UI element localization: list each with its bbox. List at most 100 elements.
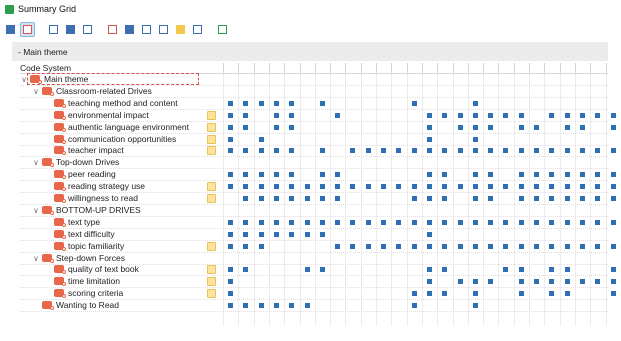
memo-icon[interactable] (207, 241, 216, 251)
coded-segment-cell[interactable] (457, 124, 463, 130)
coded-segment-cell[interactable] (595, 196, 601, 201)
filter-active-icon[interactable] (20, 21, 35, 37)
coded-segment-cell[interactable] (564, 196, 570, 201)
code-row[interactable]: Wanting to Read (20, 300, 608, 313)
expand-chevron-icon[interactable]: ∨ (32, 205, 40, 216)
coded-segment-cell[interactable] (457, 243, 463, 249)
coded-segment-cell[interactable] (258, 172, 264, 178)
code-row[interactable]: environmental impact (20, 110, 616, 122)
coded-segment-cell[interactable] (564, 291, 570, 297)
coded-segment-cell[interactable] (610, 279, 616, 285)
coded-segment-cell[interactable] (457, 184, 463, 190)
coded-segment-cell[interactable] (488, 124, 494, 130)
coded-segment-cell[interactable] (228, 231, 233, 237)
column-header-cell[interactable] (605, 63, 607, 73)
coded-segment-cell[interactable] (273, 184, 279, 190)
coded-segment-cell[interactable] (273, 196, 279, 201)
coded-segment-cell[interactable] (595, 148, 601, 154)
column-header-cell[interactable] (284, 63, 286, 73)
coded-segment-cell[interactable] (426, 243, 432, 249)
expand-chevron-icon[interactable]: ∨ (32, 253, 40, 264)
coded-segment-cell[interactable] (518, 196, 524, 201)
coded-segment-cell[interactable] (549, 279, 555, 285)
coded-segment-cell[interactable] (549, 196, 555, 201)
coded-segment-cell[interactable] (564, 148, 570, 154)
coded-segment-cell[interactable] (610, 124, 616, 130)
coded-segment-cell[interactable] (518, 172, 524, 178)
coded-segment-cell[interactable] (228, 112, 233, 118)
coded-segment-cell[interactable] (503, 267, 509, 273)
code-row[interactable]: teacher impact (20, 145, 616, 158)
coded-segment-cell[interactable] (549, 219, 555, 225)
coded-segment-cell[interactable] (228, 124, 233, 130)
memo-icon[interactable] (173, 22, 187, 36)
coded-segment-cell[interactable] (564, 172, 570, 178)
coded-segment-cell[interactable] (564, 243, 570, 249)
column-header-cell[interactable] (513, 63, 515, 73)
coded-segment-cell[interactable] (564, 279, 570, 285)
coded-segment-cell[interactable] (289, 184, 295, 190)
section-header[interactable]: - Main theme (12, 42, 608, 61)
memo-icon[interactable] (207, 122, 216, 132)
coded-segment-cell[interactable] (411, 100, 417, 106)
coded-segment-cell[interactable] (442, 243, 448, 249)
coded-segment-cell[interactable] (335, 243, 341, 249)
coded-segment-cell[interactable] (289, 231, 295, 237)
coded-segment-cell[interactable] (549, 184, 555, 190)
coded-segment-cell[interactable] (579, 124, 585, 130)
coded-segment-cell[interactable] (228, 136, 233, 142)
coded-segment-cell[interactable] (472, 148, 478, 154)
coded-segment-cell[interactable] (518, 279, 524, 285)
code-row[interactable]: reading strategy use (20, 181, 616, 194)
coded-segment-cell[interactable] (365, 219, 371, 225)
coded-segment-cell[interactable] (610, 196, 616, 201)
coded-segment-cell[interactable] (503, 148, 509, 154)
memo-icon[interactable] (207, 289, 216, 299)
coded-segment-cell[interactable] (243, 184, 249, 190)
coded-segment-cell[interactable] (304, 231, 310, 237)
coded-segment-cell[interactable] (610, 219, 616, 225)
coded-segment-cell[interactable] (381, 148, 386, 154)
coded-segment-cell[interactable] (289, 124, 295, 130)
coded-segment-cell[interactable] (503, 112, 509, 118)
memo-icon[interactable] (207, 182, 216, 192)
coded-segment-cell[interactable] (228, 184, 233, 190)
column-header-cell[interactable] (376, 63, 377, 73)
coded-segment-cell[interactable] (457, 279, 463, 285)
coded-segment-cell[interactable] (472, 196, 478, 201)
coded-segment-cell[interactable] (534, 172, 539, 178)
coded-segment-cell[interactable] (396, 243, 402, 249)
coded-segment-cell[interactable] (243, 267, 249, 273)
coded-segment-cell[interactable] (228, 219, 233, 225)
coded-segment-cell[interactable] (472, 124, 478, 130)
coded-segment-cell[interactable] (534, 279, 539, 285)
code-row[interactable]: teaching method and content (20, 98, 608, 110)
coded-segment-cell[interactable] (579, 112, 585, 118)
code-relations-icon[interactable] (122, 22, 136, 36)
coded-segment-cell[interactable] (273, 303, 279, 309)
coded-segment-cell[interactable] (472, 172, 478, 178)
coded-segment-cell[interactable] (289, 112, 295, 118)
column-header-cell[interactable] (483, 63, 485, 73)
coded-segment-cell[interactable] (243, 124, 249, 130)
coded-segment-cell[interactable] (442, 196, 448, 201)
coded-segment-cell[interactable] (472, 291, 478, 297)
coded-segment-cell[interactable] (579, 196, 585, 201)
coded-segment-cell[interactable] (549, 112, 555, 118)
coded-segment-cell[interactable] (426, 267, 432, 273)
coded-segment-cell[interactable] (595, 172, 601, 178)
code-row[interactable]: text difficulty (20, 229, 608, 241)
export-icon[interactable] (139, 22, 153, 36)
coded-segment-cell[interactable] (381, 243, 386, 249)
spreadsheet-icon[interactable] (215, 22, 229, 36)
coded-segment-cell[interactable] (319, 196, 325, 201)
column-header-cell[interactable] (559, 63, 561, 73)
coded-segment-cell[interactable] (273, 100, 279, 106)
coded-segment-cell[interactable] (488, 184, 494, 190)
column-header-cell[interactable] (529, 63, 530, 73)
coded-segment-cell[interactable] (610, 148, 616, 154)
coded-segment-cell[interactable] (518, 291, 524, 297)
column-header-cell[interactable] (574, 63, 576, 73)
coded-segment-cell[interactable] (335, 172, 341, 178)
column-header-cell[interactable] (238, 63, 240, 73)
